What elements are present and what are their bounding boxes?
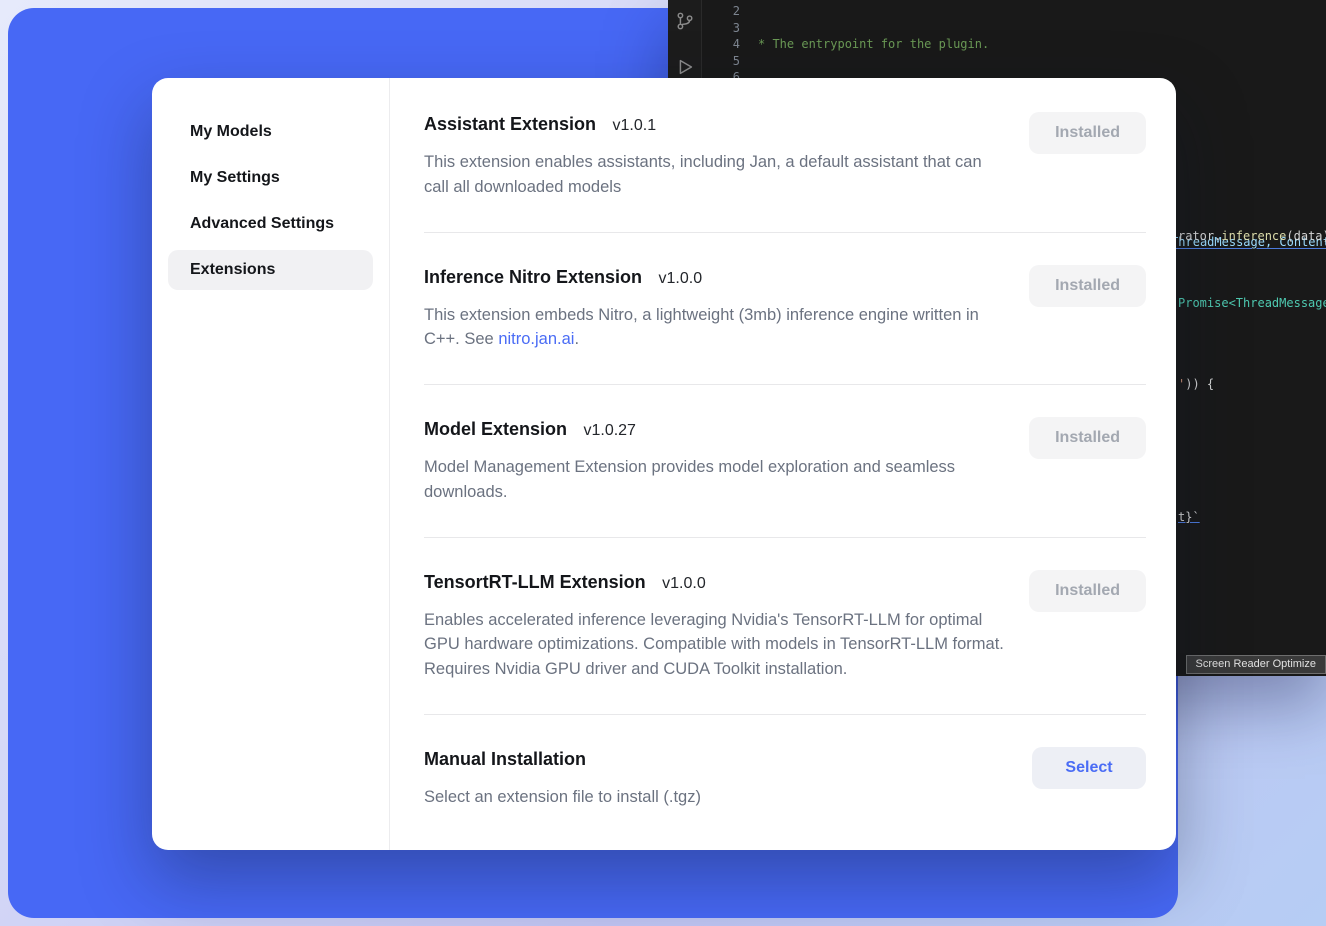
extension-version: v1.0.1 <box>613 117 657 134</box>
code-fragment: rator.inference(data)); <box>1178 229 1326 243</box>
select-button[interactable]: Select <box>1032 747 1146 789</box>
code-token: rator. <box>1178 229 1221 243</box>
screen-reader-status[interactable]: Screen Reader Optimize <box>1186 655 1326 674</box>
installed-button[interactable]: Installed <box>1029 112 1146 154</box>
extension-row: Assistant Extension v1.0.1 This extensio… <box>424 112 1146 232</box>
extension-description: This extension enables assistants, inclu… <box>424 150 1005 200</box>
nav-my-models[interactable]: My Models <box>168 112 373 152</box>
extension-version: v1.0.27 <box>583 422 635 439</box>
divider <box>424 232 1146 233</box>
code-fragment: Promise<ThreadMessage> <box>1178 296 1326 310</box>
extension-name: Assistant Extension <box>424 114 596 134</box>
installed-button[interactable]: Installed <box>1029 265 1146 307</box>
installed-button[interactable]: Installed <box>1029 417 1146 459</box>
divider <box>424 714 1146 715</box>
code-token: )) { <box>1185 377 1214 391</box>
nav-extensions[interactable]: Extensions <box>168 250 373 290</box>
manual-installation-row: Manual Installation Select an extension … <box>424 747 1146 842</box>
extension-description: This extension embeds Nitro, a lightweig… <box>424 303 1005 353</box>
code-fragment: ')) { <box>1178 377 1214 391</box>
extension-row: TensortRT-LLM Extension v1.0.0 Enables a… <box>424 570 1146 714</box>
divider <box>424 537 1146 538</box>
code-line: * The entrypoint for the plugin. <box>752 36 1326 53</box>
extension-description: Enables accelerated inference leveraging… <box>424 608 1005 682</box>
extensions-list: Assistant Extension v1.0.1 This extensio… <box>390 78 1176 850</box>
extension-description: Model Management Extension provides mode… <box>424 455 1005 505</box>
settings-nav: My Models My Settings Advanced Settings … <box>152 78 390 850</box>
extension-version: v1.0.0 <box>659 270 703 287</box>
extension-name: Inference Nitro Extension <box>424 267 642 287</box>
extension-row: Inference Nitro Extension v1.0.0 This ex… <box>424 265 1146 385</box>
installed-button[interactable]: Installed <box>1029 570 1146 612</box>
nitro-link[interactable]: nitro.jan.ai <box>498 330 574 348</box>
page-background: 2 3 4 5 6 * The entrypoint for the plugi… <box>0 0 1326 926</box>
source-control-icon[interactable] <box>674 10 696 32</box>
nav-my-settings[interactable]: My Settings <box>168 158 373 198</box>
nav-advanced-settings[interactable]: Advanced Settings <box>168 204 373 244</box>
extension-row: Model Extension v1.0.27 Model Management… <box>424 417 1146 537</box>
description-text: . <box>574 330 579 348</box>
manual-installation-description: Select an extension file to install (.tg… <box>424 785 701 810</box>
extension-name: TensortRT-LLM Extension <box>424 572 646 592</box>
settings-card: My Models My Settings Advanced Settings … <box>152 78 1176 850</box>
code-token: inference <box>1221 229 1286 243</box>
divider <box>424 384 1146 385</box>
code-fragment: t}` <box>1178 510 1200 524</box>
code-token: (data)); <box>1286 229 1326 243</box>
line-numbers: 2 3 4 5 6 <box>724 3 740 86</box>
manual-installation-title: Manual Installation <box>424 749 586 769</box>
extension-version: v1.0.0 <box>662 575 706 592</box>
extension-name: Model Extension <box>424 419 567 439</box>
run-debug-icon[interactable] <box>674 56 696 78</box>
